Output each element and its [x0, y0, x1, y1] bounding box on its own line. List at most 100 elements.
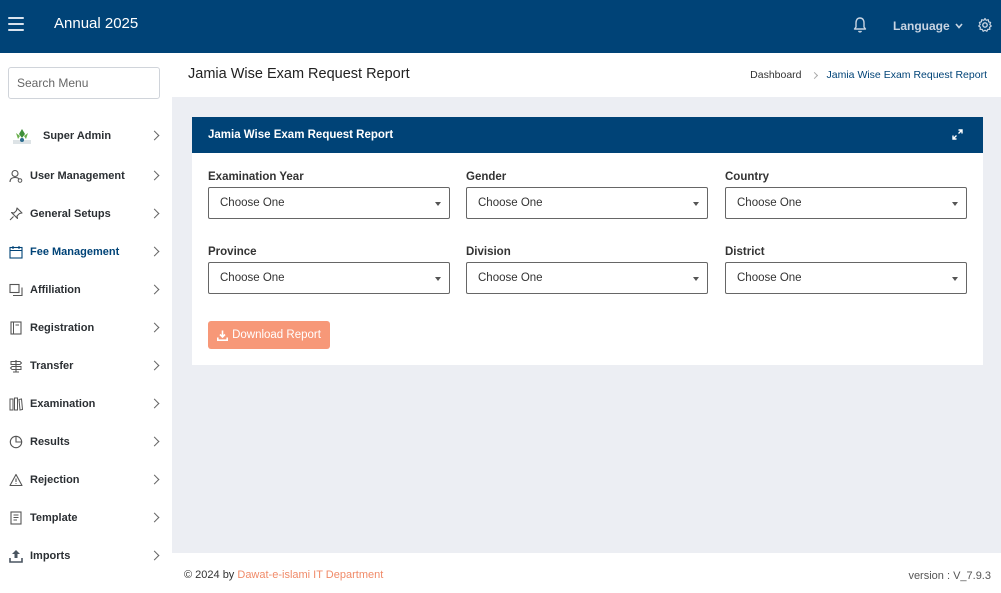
admin-logo-icon — [13, 129, 31, 144]
country-select[interactable]: Choose One — [725, 187, 967, 219]
sidebar-item-label: Template — [30, 512, 78, 524]
division-field: Division Choose One — [466, 246, 708, 294]
chevron-right-icon — [149, 512, 160, 523]
download-icon — [217, 330, 229, 341]
country-field: Country Choose One — [725, 171, 967, 219]
sidebar-item-template[interactable]: Template — [0, 499, 172, 537]
chevron-right-icon — [149, 436, 160, 447]
division-label: Division — [466, 246, 511, 258]
footer: © 2024 by Dawat-e-islami IT Department v… — [172, 553, 1001, 593]
gender-field: Gender Choose One — [466, 171, 708, 219]
sidebar-item-label: Super Admin — [43, 130, 112, 142]
bell-icon[interactable] — [852, 16, 868, 34]
report-card: Jamia Wise Exam Request Report Examinati… — [192, 117, 983, 365]
sidebar-item-label: Imports — [30, 550, 71, 562]
sidebar-item-label: Fee Management — [30, 246, 120, 258]
select-value: Choose One — [220, 197, 285, 209]
sidebar-item-label: Affiliation — [30, 284, 81, 296]
sidebar: Super Admin User Management General Setu… — [0, 53, 172, 593]
card-title: Jamia Wise Exam Request Report — [208, 129, 394, 141]
sidebar-item-user-management[interactable]: User Management — [0, 157, 172, 195]
chevron-right-icon — [149, 360, 160, 371]
copyright: © 2024 by Dawat-e-islami IT Department — [184, 569, 383, 581]
sidebar-item-registration[interactable]: Registration — [0, 309, 172, 347]
breadcrumb-current: Jamia Wise Exam Request Report — [826, 69, 987, 81]
sidebar-item-super-admin[interactable]: Super Admin — [0, 115, 172, 157]
document-icon — [10, 511, 22, 525]
examination-year-label: Examination Year — [208, 171, 304, 183]
chevron-right-icon — [149, 130, 160, 141]
gender-select[interactable]: Choose One — [466, 187, 708, 219]
sidebar-menu: Super Admin User Management General Setu… — [0, 115, 172, 575]
page-title: Jamia Wise Exam Request Report — [188, 66, 410, 82]
search-menu-input[interactable] — [8, 67, 160, 99]
division-select[interactable]: Choose One — [466, 262, 708, 294]
select-value: Choose One — [220, 272, 285, 284]
hamburger-menu-icon[interactable] — [8, 17, 24, 31]
download-report-button[interactable]: Download Report — [208, 321, 330, 349]
caret-down-icon — [435, 202, 441, 206]
user-icon — [9, 169, 23, 183]
chevron-right-icon — [149, 398, 160, 409]
signpost-icon — [9, 360, 23, 373]
province-field: Province Choose One — [208, 246, 450, 294]
pin-icon — [9, 207, 23, 221]
gear-icon[interactable] — [977, 17, 993, 33]
province-select[interactable]: Choose One — [208, 262, 450, 294]
version-label: version : V_7.9.3 — [908, 570, 991, 582]
chevron-right-icon — [149, 322, 160, 333]
expand-icon[interactable] — [952, 129, 963, 140]
select-value: Choose One — [737, 272, 802, 284]
sidebar-item-label: General Setups — [30, 208, 111, 220]
sidebar-item-label: Rejection — [30, 474, 80, 486]
language-dropdown[interactable]: Language — [893, 19, 963, 33]
sidebar-item-label: User Management — [30, 170, 125, 182]
department-link[interactable]: Dawat-e-islami IT Department — [237, 569, 383, 581]
copyright-prefix: © 2024 by — [184, 569, 235, 581]
upload-icon — [9, 550, 23, 563]
download-report-label: Download Report — [232, 329, 321, 341]
sidebar-item-general-setups[interactable]: General Setups — [0, 195, 172, 233]
country-label: Country — [725, 171, 770, 183]
province-label: Province — [208, 246, 257, 258]
chevron-right-icon — [149, 550, 160, 561]
sidebar-item-rejection[interactable]: Rejection — [0, 461, 172, 499]
district-field: District Choose One — [725, 246, 967, 294]
sidebar-item-fee-management[interactable]: Fee Management — [0, 233, 172, 271]
sidebar-item-examination[interactable]: Examination — [0, 385, 172, 423]
chevron-right-icon — [810, 71, 818, 79]
sidebar-item-results[interactable]: Results — [0, 423, 172, 461]
caret-down-icon — [693, 202, 699, 206]
gender-label: Gender — [466, 171, 507, 183]
breadcrumb-dashboard-link[interactable]: Dashboard — [750, 69, 801, 81]
district-label: District — [725, 246, 765, 258]
pie-chart-icon — [9, 435, 23, 449]
caret-down-icon — [952, 277, 958, 281]
card-header: Jamia Wise Exam Request Report — [192, 117, 983, 153]
language-label: Language — [893, 19, 950, 33]
caret-down-icon — [693, 277, 699, 281]
sidebar-item-transfer[interactable]: Transfer — [0, 347, 172, 385]
copy-icon — [9, 283, 23, 297]
sidebar-item-label: Examination — [30, 398, 96, 410]
sidebar-item-label: Results — [30, 436, 70, 448]
breadcrumb: Dashboard Jamia Wise Exam Request Report — [750, 69, 987, 81]
books-icon — [9, 397, 23, 411]
chevron-right-icon — [149, 170, 160, 181]
caret-down-icon — [435, 277, 441, 281]
chevron-right-icon — [149, 474, 160, 485]
chevron-down-icon — [955, 23, 963, 29]
sidebar-item-imports[interactable]: Imports — [0, 537, 172, 575]
sidebar-item-affiliation[interactable]: Affiliation — [0, 271, 172, 309]
examination-year-field: Examination Year Choose One — [208, 171, 450, 219]
book-icon — [10, 321, 22, 335]
district-select[interactable]: Choose One — [725, 262, 967, 294]
select-value: Choose One — [737, 197, 802, 209]
warning-icon — [9, 473, 23, 487]
examination-year-select[interactable]: Choose One — [208, 187, 450, 219]
chevron-right-icon — [149, 246, 160, 257]
select-value: Choose One — [478, 272, 543, 284]
page-header: Jamia Wise Exam Request Report Dashboard… — [172, 53, 1001, 97]
select-value: Choose One — [478, 197, 543, 209]
chevron-right-icon — [149, 284, 160, 295]
